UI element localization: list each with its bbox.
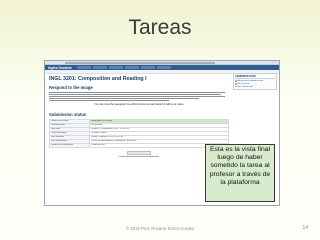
address-bar [65,61,215,65]
callout-line: la plataforma [220,178,260,186]
callout-line: sometido la tarea al [210,162,270,170]
side-link[interactable]: Assignment administration [235,80,275,82]
slide-title: Tareas [128,16,192,39]
side-link-label: Edit settings [237,82,250,85]
side-link[interactable]: Edit settings [235,83,275,85]
bullet-icon [235,83,237,85]
callout-line: profesor a través de [209,170,271,178]
side-link-label: Assignment administration [237,80,264,82]
side-link-label: Edit submission [237,85,253,88]
instruction-line [49,99,169,101]
callout-box: Esta es la vista final luego de haber so… [205,144,275,202]
administration-block: ADMINISTRATION Assignment administration… [233,73,277,91]
status-key: Submission comments [49,142,90,148]
instruction-line [49,93,221,95]
submission-status-table: Submission status Submitted for grading … [49,118,229,148]
course-title: INGL 3201: Composition and Reading I [49,76,147,82]
instruction-line [49,95,225,97]
instruction-line [49,97,199,99]
callout-line: luego de haber [217,154,263,162]
side-link[interactable]: Edit submission [235,86,275,88]
side-block-heading: ADMINISTRATION [235,75,275,79]
assignment-title: Respond to the Image [49,85,93,90]
bullet-icon [235,80,237,82]
edit-note [119,155,159,157]
nav-item[interactable] [108,66,123,69]
slide-footer: © 2016 Prof. Rosana Torres Cordes [125,226,195,231]
instruction-line [49,91,225,93]
nav-item[interactable] [92,66,107,69]
nav-item[interactable] [140,66,155,69]
browser-toolbar [45,61,279,65]
assignment-notice: You can view the paragraph to a Word doc… [94,103,184,106]
site-brand[interactable]: Inglés Dominio [48,66,72,70]
bullet-icon [235,85,237,88]
main-content: INGL 3201: Composition and Reading I Res… [49,76,229,157]
nav-item[interactable] [76,66,91,69]
edit-submission-button[interactable] [127,150,151,155]
nav-item[interactable] [156,66,171,69]
submission-status-heading: Submission status [49,112,87,117]
nav-item[interactable] [124,66,139,69]
callout-line: Esta es la vista final [209,146,271,153]
page-number: 14 [302,225,308,231]
table-row: Submission comments Comments (0) [49,142,229,148]
